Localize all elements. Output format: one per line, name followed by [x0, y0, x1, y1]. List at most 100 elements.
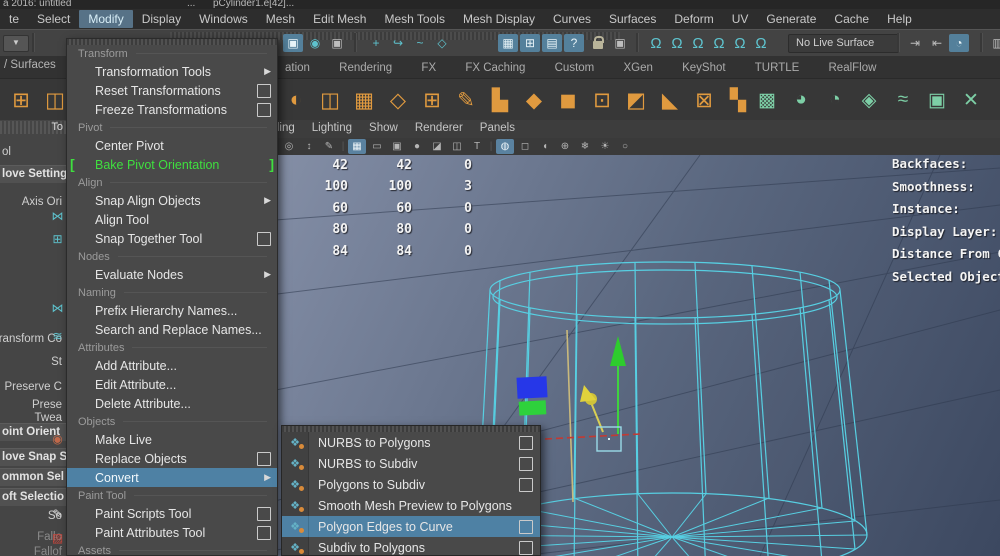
submenu-item-nurbs-to-polygons[interactable]: ❖ NURBS to Polygons [282, 432, 540, 453]
rf-plane-icon[interactable]: ▩ [752, 85, 782, 115]
poly-cube-solid-icon[interactable]: ◼ [553, 85, 583, 115]
knife-tool-icon[interactable]: ✎ [451, 85, 481, 115]
poly-tiles-icon[interactable]: ◆ [519, 85, 549, 115]
menu-item-reset-transformations[interactable]: Reset Transformations [67, 81, 277, 100]
menu-item-transformation-tools[interactable]: Transformation Tools▶ [67, 62, 277, 81]
shelf-tab-keyshot[interactable]: KeyShot [669, 59, 738, 77]
select-component-icon[interactable]: ▣ [327, 34, 347, 52]
align-tool-icon[interactable]: ⋈ [50, 208, 65, 223]
menu-display[interactable]: Display [133, 10, 190, 28]
status-separator[interactable] [980, 33, 983, 52]
menu-surfaces[interactable]: Surfaces [600, 10, 665, 28]
construction-history-icon[interactable]: ◔ [949, 34, 969, 52]
help-icon[interactable]: ? [564, 34, 584, 52]
tool-settings-title[interactable]: To [0, 121, 66, 134]
poly-cube-icon[interactable]: ⊞ [6, 85, 36, 115]
shelf-tab-custom[interactable]: Custom [542, 59, 608, 77]
menu-uv[interactable]: UV [723, 10, 758, 28]
panel-menu-panels[interactable]: Panels [480, 122, 515, 134]
snap-point-icon[interactable]: Ω [688, 34, 708, 52]
move-settings-header[interactable]: love Setting [0, 165, 67, 183]
poly-grid-icon[interactable]: ▦ [349, 85, 379, 115]
option-box-icon[interactable] [257, 507, 271, 521]
common-selection-header[interactable]: ommon Sel [0, 468, 67, 486]
soft-selection-header[interactable]: oft Selectio [0, 488, 67, 506]
move-plus-icon[interactable]: + [366, 34, 386, 52]
panel-menu-show[interactable]: Show [369, 122, 398, 134]
submenu-item-polygons-to-subdiv[interactable]: ❖ Polygons to Subdiv [282, 474, 540, 495]
textured-icon[interactable]: ◻ [516, 139, 534, 154]
menu-item-bake-pivot-orientation[interactable]: [ Bake Pivot Orientation ] [67, 155, 277, 174]
option-box-icon[interactable] [257, 103, 271, 117]
rf-surface-icon[interactable]: ◕ [786, 85, 816, 115]
diamond-icon[interactable]: ◇ [432, 34, 452, 52]
status-separator[interactable] [354, 33, 357, 52]
corner-bevel-icon[interactable]: ◣ [655, 85, 685, 115]
shelf-tab-rendering[interactable]: Rendering [326, 59, 405, 77]
menu-item-replace-objects[interactable]: Replace Objects [67, 449, 277, 468]
marker-icon[interactable]: ▤ [542, 34, 562, 52]
menu-select[interactable]: Select [28, 10, 79, 28]
gate-mask-icon[interactable]: ● [408, 139, 426, 154]
option-box-icon[interactable] [257, 526, 271, 540]
ao-icon[interactable]: ❄ [576, 139, 594, 154]
output-connections-icon[interactable]: ⇤ [927, 34, 947, 52]
menu-item-snap-together-tool[interactable]: Snap Together Tool [67, 229, 277, 248]
submenu-item-subdiv-to-polygons[interactable]: ❖ Subdiv to Polygons [282, 537, 540, 556]
pan-zoom-icon[interactable]: ↕ [300, 139, 318, 154]
lock-icon[interactable] [588, 34, 608, 52]
rf-spline-icon[interactable]: ≈ [888, 85, 918, 115]
poly-cylinders-icon[interactable]: ◫ [315, 85, 345, 115]
move-snap-header[interactable]: love Snap S [0, 448, 67, 466]
select-cursor-icon[interactable]: ▣ [610, 34, 630, 52]
rf-surface2-icon[interactable]: ◔ [820, 85, 850, 115]
wireframe-shaded-icon[interactable]: ◍ [496, 139, 514, 154]
panel-menu-lighting[interactable]: Lighting [312, 122, 352, 134]
snap-align-icon[interactable]: ⋈ [50, 300, 65, 315]
manipulator-y-arrow[interactable] [610, 336, 626, 366]
menu-create-fragment[interactable]: te [0, 10, 28, 28]
make-live-icon[interactable]: ◉ [50, 431, 65, 446]
shelf-tab-surfaces-fragment[interactable]: / Surfaces [4, 59, 56, 71]
snap-center-icon[interactable]: Ω [709, 34, 729, 52]
use-lights-icon[interactable]: ◖ [536, 139, 554, 154]
paint-attributes-icon[interactable]: ▨ [50, 530, 65, 545]
option-box-icon[interactable] [519, 520, 533, 534]
menu-item-prefix-hierarchy-names[interactable]: Prefix Hierarchy Names... [67, 301, 277, 320]
option-box-icon[interactable] [519, 541, 533, 555]
shelf-tab-realflow[interactable]: RealFlow [816, 59, 890, 77]
menu-set-selector[interactable]: ▼ [3, 35, 29, 52]
poly-extrude-icon[interactable]: ▙ [485, 85, 515, 115]
menu-generate[interactable]: Generate [757, 10, 825, 28]
menu-item-edit-attribute[interactable]: Edit Attribute... [67, 375, 277, 394]
grid-toggle-icon[interactable]: ▦ [348, 139, 366, 154]
snap-tool-icon[interactable]: ≋ [50, 328, 65, 343]
shadows-icon[interactable]: ⊕ [556, 139, 574, 154]
menu-cache[interactable]: Cache [825, 10, 878, 28]
xray-icon[interactable]: ○ [616, 139, 634, 154]
rf-cross-icon[interactable]: ✕ [956, 85, 986, 115]
submenu-item-nurbs-to-subdiv[interactable]: ❖ NURBS to Subdiv [282, 453, 540, 474]
submenu-item-polygon-edges-to-curve[interactable]: ❖ Polygon Edges to Curve [282, 516, 540, 537]
menu-mesh-tools[interactable]: Mesh Tools [375, 10, 453, 28]
cage-select-icon[interactable]: ⊠ [689, 85, 719, 115]
option-box-icon[interactable] [257, 452, 271, 466]
field-chart-icon[interactable]: ◪ [428, 139, 446, 154]
shelf-tab-fx-caching[interactable]: FX Caching [452, 59, 538, 77]
status-separator[interactable] [32, 33, 35, 52]
film-gate-icon[interactable]: ▭ [368, 139, 386, 154]
status-separator[interactable] [636, 33, 639, 52]
menu-deform[interactable]: Deform [665, 10, 722, 28]
shelf-tab-xgen[interactable]: XGen [610, 59, 665, 77]
poly-cube-wire-icon[interactable]: ◇ [383, 85, 413, 115]
menu-item-snap-align-objects[interactable]: Snap Align Objects▶ [67, 191, 277, 210]
poly-sphere-icon[interactable]: ◐ [281, 85, 311, 115]
snap-curve-icon[interactable]: Ω [667, 34, 687, 52]
menu-item-paint-scripts-tool[interactable]: Paint Scripts Tool [67, 504, 277, 523]
option-box-icon[interactable] [519, 478, 533, 492]
curve-corner-icon[interactable]: ↪ [388, 34, 408, 52]
menu-item-make-live[interactable]: Make Live [67, 430, 277, 449]
edge-frame-icon[interactable]: ◩ [621, 85, 651, 115]
status-separator[interactable] [897, 33, 900, 52]
move-manipulator[interactable] [580, 336, 626, 451]
